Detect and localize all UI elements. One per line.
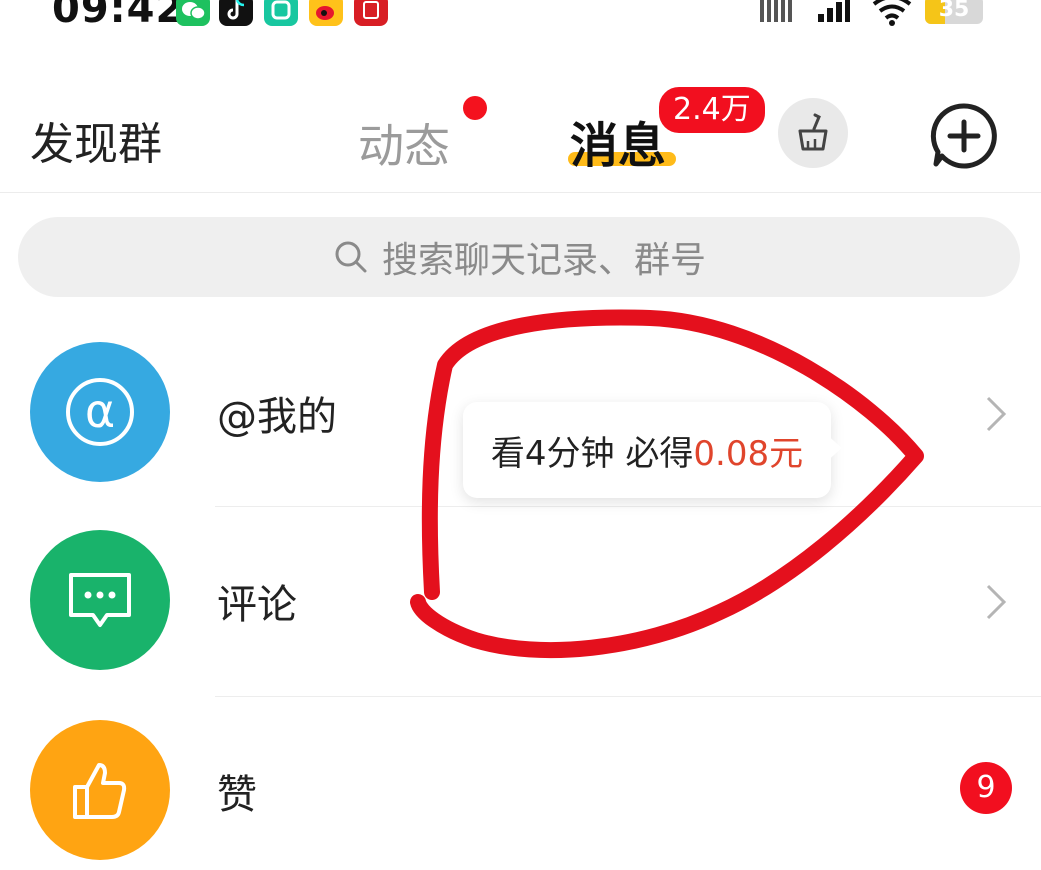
app-green-icon	[264, 0, 298, 26]
likes-icon-circle	[30, 720, 170, 860]
wifi-icon	[870, 0, 914, 30]
at-icon: α	[66, 378, 134, 446]
mentions-label: @我的	[217, 394, 337, 440]
tooltip-text: 看4分钟 必得	[490, 433, 694, 474]
svg-text:α: α	[85, 384, 115, 438]
likes-label: 赞	[217, 772, 257, 818]
list-divider	[215, 696, 1041, 697]
dynamic-new-dot	[463, 96, 487, 120]
likes-count-badge: 9	[960, 762, 1012, 814]
search-icon	[335, 241, 367, 273]
tab-messages[interactable]: 消息	[570, 106, 666, 176]
chevron-right-icon	[986, 584, 1007, 620]
status-time: 09:42	[52, 0, 185, 32]
battery-icon: 35	[925, 0, 983, 24]
tiktok-icon	[219, 0, 253, 26]
message-count-badge: 2.4万	[656, 84, 768, 136]
comment-icon	[69, 573, 131, 627]
thumbs-up-icon	[73, 763, 127, 819]
chevron-right-icon	[986, 396, 1007, 432]
tooltip-tail	[826, 434, 842, 462]
comments-icon-circle	[30, 530, 170, 670]
app-red-icon	[354, 0, 388, 26]
wechat-icon	[176, 0, 210, 26]
search-bar[interactable]: 搜索聊天记录、群号	[18, 217, 1020, 297]
comments-label: 评论	[217, 582, 297, 628]
tooltip-amount: 0.08元	[693, 433, 804, 474]
top-header: 发现群 动态 消息 2.4万	[0, 70, 1041, 193]
weibo-icon	[309, 0, 343, 26]
signal-icon	[760, 0, 850, 30]
clear-unread-button[interactable]	[778, 98, 848, 168]
add-chat-button[interactable]	[928, 100, 1000, 172]
discover-groups-button[interactable]: 发现群	[30, 108, 162, 172]
mentions-icon-circle: α	[30, 342, 170, 482]
broom-icon	[798, 113, 828, 151]
list-item-comments[interactable]: 评论	[0, 520, 1041, 680]
battery-level: 35	[938, 0, 970, 22]
add-circle-icon	[930, 103, 997, 169]
status-bar: 09:42 35	[0, 0, 1041, 40]
search-placeholder: 搜索聊天记录、群号	[381, 240, 706, 281]
list-divider	[215, 506, 1041, 507]
reward-tooltip[interactable]: 看4分钟 必得 0.08元	[463, 402, 831, 498]
list-item-likes[interactable]: 赞 9	[0, 710, 1041, 870]
tab-dynamic[interactable]: 动态	[358, 110, 450, 176]
